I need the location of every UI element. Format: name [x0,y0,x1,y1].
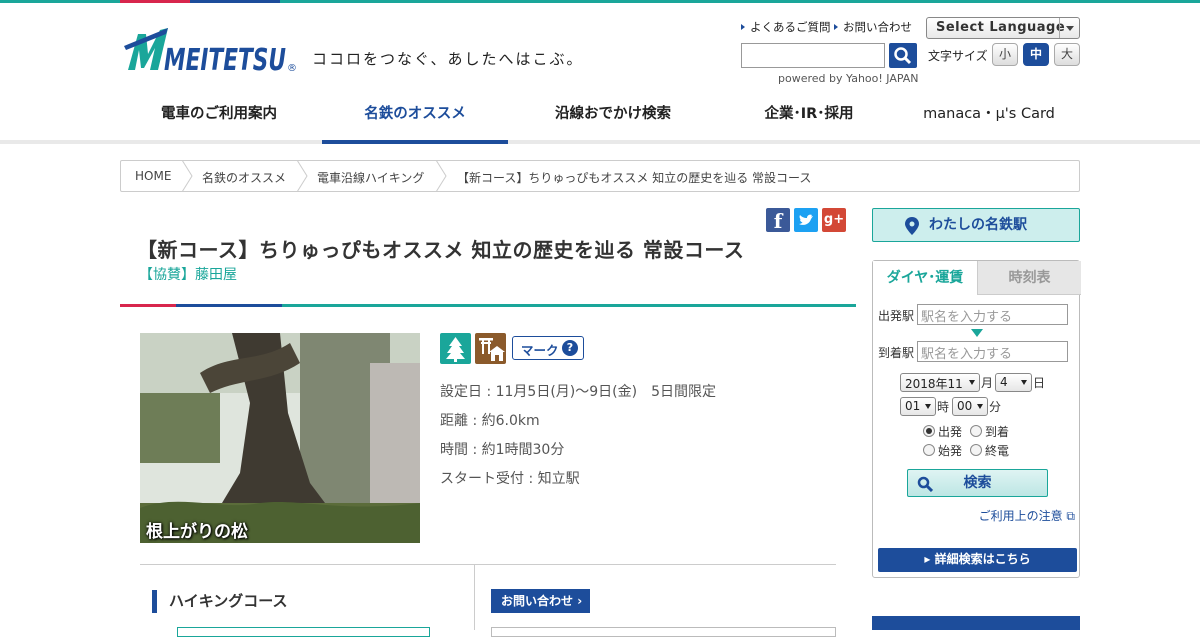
year-month-select[interactable]: 2018年11 [900,373,980,392]
site-search-input[interactable] [741,43,885,68]
facebook-share-button[interactable]: f [766,208,790,233]
route-search-panel: ダイヤ･運賃 時刻表 出発駅 駅名を入力する 到着駅 駅名を入力する 2018年… [872,260,1081,578]
twitter-share-button[interactable] [794,208,818,232]
title-underline [120,304,856,307]
column-divider [474,565,475,630]
radio-last-train[interactable]: 終電 [970,442,1009,459]
search-icon [894,47,912,65]
twitter-icon [799,214,813,225]
fontsize-large-button[interactable]: 大 [1054,43,1080,66]
hour-select[interactable]: 01 [900,397,936,416]
search-button[interactable] [889,43,917,68]
breadcrumb-separator [435,160,447,192]
faq-label: よくあるご質問 [750,20,831,34]
breadcrumb: HOME 名鉄のオススメ 電車沿線ハイキング 【新コース】ちりゅっぴもオススメ … [120,160,1080,192]
fontsize-medium-button[interactable]: 中 [1023,43,1049,66]
language-select-label: Select Language [936,20,1066,35]
hiking-course-box [177,627,430,637]
breadcrumb-hiking[interactable]: 電車沿線ハイキング [317,169,424,186]
nav-recommend[interactable]: 名鉄のオススメ [322,97,508,144]
minute-unit: 分 [989,400,1002,414]
info-start: スタート受付 : 知立駅 [440,471,580,487]
course-contact-label: お問い合わせ [501,594,574,608]
arrow-icon: ▸ [924,552,935,566]
fontsize-label: 文字サイズ [928,49,988,63]
radio-arrival[interactable]: 到着 [970,423,1009,440]
top-accent-bar [0,0,1200,3]
photo-caption: 根上がりの松 [146,522,248,542]
my-station-button[interactable]: わたしの名鉄駅 [872,208,1080,242]
info-date: 設定日 : 11月5日(月)～9日(金) 5日間限定 [440,384,717,400]
location-pin-icon [905,217,919,235]
arrow-icon [741,24,745,30]
hour-unit: 時 [937,400,950,414]
contact-box [491,627,836,637]
chevron-down-icon [1059,18,1079,38]
external-link-icon: ⧉ [1066,509,1075,523]
route-search-label: 検索 [963,475,992,491]
tab-timetable[interactable]: 時刻表 [977,261,1081,295]
page-title: 【新コース】ちりゅっぴもオススメ 知立の歴史を辿る 常設コース [137,238,745,262]
radio-departure[interactable]: 出発 [923,423,962,440]
swap-arrow-icon [971,329,983,337]
course-photo: 根上がりの松 [140,333,420,543]
powered-by: powered by Yahoo! JAPAN [778,72,919,85]
arrow-icon [834,24,838,30]
breadcrumb-separator [296,160,308,192]
course-contact-button[interactable]: お問い合わせ › [491,589,590,613]
shrine-icon [475,333,506,364]
breadcrumb-current: 【新コース】ちりゅっぴもオススメ 知立の歴史を辿る 常設コース [457,171,812,185]
breadcrumb-recommend[interactable]: 名鉄のオススメ [202,169,286,186]
forest-icon [440,333,471,364]
info-distance: 距離 : 約6.0km [440,413,540,429]
usage-notice-link[interactable]: ご利用上の注意 ⧉ [979,507,1075,524]
route-search-button[interactable]: 検索 [907,469,1048,497]
breadcrumb-home[interactable]: HOME [135,169,171,183]
from-station-label: 出発駅 [878,309,915,323]
breadcrumb-separator [181,160,193,192]
googleplus-share-button[interactable]: g+ [822,208,846,232]
meitetsu-logo[interactable]: MEITETSU ® [124,24,299,78]
tagline: ココロをつなぐ、あしたへはこぶ。 [312,50,584,68]
nav-manaca[interactable]: manaca・μ's Card [906,97,1072,144]
chevron-right-icon: › [577,594,583,608]
mark-legend-button[interactable]: マーク? [512,336,584,360]
hiking-course-heading: ハイキングコース [152,590,288,613]
contact-label: お問い合わせ [843,20,912,34]
contact-link[interactable]: お問い合わせ [834,19,912,35]
radio-first-train[interactable]: 始発 [923,442,962,459]
faq-link[interactable]: よくあるご質問 [741,19,831,35]
sponsor-text: 【協賛】藤田屋 [139,267,237,283]
language-select[interactable]: Select Language [926,17,1080,39]
logo-text: MEITETSU [164,43,286,74]
help-icon: ? [562,340,578,356]
sidebar-next-block [872,616,1080,630]
nav-corporate[interactable]: 企業･IR･採用 [716,97,902,144]
my-station-label: わたしの名鉄駅 [929,217,1027,233]
info-time: 時間 : 約1時間30分 [440,442,565,458]
usage-notice-label: ご利用上の注意 [978,509,1063,523]
to-station-label: 到着駅 [878,346,915,360]
search-icon [917,476,933,492]
fontsize-small-button[interactable]: 小 [992,43,1018,66]
to-station-input[interactable]: 駅名を入力する [917,341,1068,362]
day-unit: 日 [1033,376,1046,390]
logo-registered-mark: ® [287,63,297,74]
section-divider [140,564,836,565]
mark-legend-label: マーク [521,343,559,358]
detail-search-label: 詳細検索はこちら [934,552,1031,566]
nav-train-guide[interactable]: 電車のご利用案内 [130,97,308,144]
month-unit: 月 [981,376,994,390]
minute-select[interactable]: 00 [952,397,988,416]
day-select[interactable]: 4 [995,373,1032,392]
detail-search-button[interactable]: ▸ 詳細検索はこちら [878,548,1077,572]
tab-timetable-fare[interactable]: ダイヤ･運賃 [873,261,977,295]
nav-outing-search[interactable]: 沿線おでかけ検索 [520,97,706,144]
from-station-input[interactable]: 駅名を入力する [917,304,1068,325]
